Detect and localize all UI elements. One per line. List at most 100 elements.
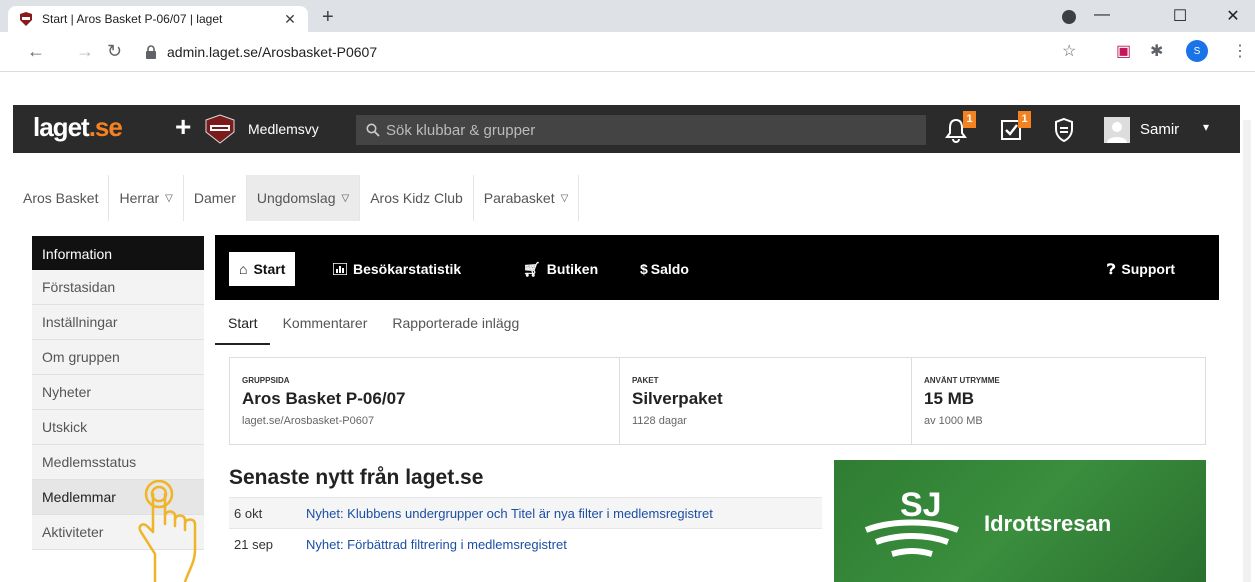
nav-item-aros-basket[interactable]: Aros Basket <box>13 175 110 221</box>
nav-item-aros-kidz-club[interactable]: Aros Kidz Club <box>360 175 474 221</box>
maximize-icon[interactable]: ☐ <box>1158 6 1202 30</box>
minimize-icon[interactable]: — <box>1080 6 1124 30</box>
sidebar-item-nyheter[interactable]: Nyheter <box>32 375 204 410</box>
info-group: Gruppsida Aros Basket P-06/07 laget.se/A… <box>230 358 620 444</box>
address-bar[interactable]: admin.laget.se/Arosbasket-P0607 <box>145 37 1085 67</box>
tab-balance[interactable]: $ Saldo <box>630 252 699 286</box>
url-text: admin.laget.se/Arosbasket-P0607 <box>167 44 378 60</box>
subtab-comments[interactable]: Kommentarer <box>270 305 380 345</box>
list-item: 21 sep Nyhet: Förbättrad filtrering i me… <box>229 528 822 559</box>
reload-icon[interactable]: ↻ <box>107 41 122 61</box>
subtab-start[interactable]: Start <box>215 305 270 345</box>
sj-logo-icon: SJ <box>864 486 960 557</box>
user-avatar[interactable] <box>1104 117 1130 143</box>
logo-main-text: laget <box>33 112 90 142</box>
sidebar-item-medlemsstatus[interactable]: Medlemsstatus <box>32 445 204 480</box>
browser-tab-strip: Start | Aros Basket P-06/07 | laget ✕ + … <box>0 0 1255 32</box>
tab-label: Butiken <box>546 261 599 277</box>
tab-label: Saldo <box>650 261 689 277</box>
nav-item-damer[interactable]: Damer <box>184 175 247 221</box>
storage-total: av 1000 MB <box>924 415 983 427</box>
sj-ad-banner[interactable]: SJ Idrottsresan <box>834 460 1206 582</box>
profile-avatar[interactable]: S <box>1186 40 1208 62</box>
tab-shop[interactable]: 🛒︎ Butiken <box>513 252 608 286</box>
chrome-menu-dot-icon[interactable] <box>1062 10 1076 24</box>
user-menu-caret-icon[interactable]: ▾ <box>1203 120 1209 134</box>
tab-support[interactable]: ❓︎ Support <box>1097 252 1185 286</box>
storage-used: 15 MB <box>924 389 975 408</box>
lock-icon <box>146 45 156 59</box>
sub-tabs: Start Kommentarer Rapporterade inlägg <box>215 305 1219 345</box>
tasks-button[interactable]: 1 <box>999 111 1031 145</box>
sidebar-item-installningar[interactable]: Inställningar <box>32 305 204 340</box>
member-view-link[interactable]: Medlemsvy <box>248 121 319 137</box>
tab-label: Support <box>1121 261 1176 277</box>
tasks-badge: 1 <box>1018 111 1031 128</box>
nav-item-herrar[interactable]: Herrar ▽ <box>109 175 184 221</box>
tab-label: Besökarstatistik <box>353 261 462 277</box>
sidebar-heading: Information <box>32 236 204 270</box>
page-scrollbar[interactable] <box>1243 120 1251 582</box>
admin-menu-button[interactable] <box>1053 115 1083 145</box>
question-circle-icon: ❓︎ <box>1107 260 1116 277</box>
group-info-box: Gruppsida Aros Basket P-06/07 laget.se/A… <box>229 357 1206 445</box>
subtab-reported-posts[interactable]: Rapporterade inlägg <box>379 305 531 345</box>
news-link[interactable]: Nyhet: Klubbens undergrupper och Titel ä… <box>306 506 713 521</box>
new-tab-button[interactable]: + <box>322 7 334 27</box>
site-header: laget.se + Medlemsvy 1 1 <box>13 105 1240 153</box>
pointer-hand-icon <box>138 480 197 582</box>
nav-item-label: Aros Basket <box>23 190 99 206</box>
sidebar-item-forstasidan[interactable]: Förstasidan <box>32 270 204 305</box>
tab-title: Start | Aros Basket P-06/07 | laget <box>42 12 223 26</box>
news-date: 6 okt <box>234 505 263 521</box>
forward-icon[interactable]: → <box>76 41 94 61</box>
tab-visitor-stats[interactable]: Besökarstatistik <box>323 252 471 286</box>
club-logo-icon[interactable] <box>204 114 236 144</box>
logo-suffix-text: .se <box>88 112 123 142</box>
sj-brand-text: SJ <box>900 486 942 524</box>
nav-item-parabasket[interactable]: Parabasket ▽ <box>474 175 580 221</box>
news-link[interactable]: Nyhet: Förbättrad filtrering i medlemsre… <box>306 537 567 552</box>
search-input[interactable] <box>386 121 926 139</box>
group-url: laget.se/Arosbasket-P0607 <box>242 415 375 427</box>
nav-item-label: Herrar <box>119 190 160 206</box>
extension-icon[interactable]: ▣ <box>1116 41 1131 61</box>
info-label: Använt utrymme <box>924 376 1000 385</box>
add-button[interactable]: + <box>175 111 191 143</box>
info-package: Paket Silverpaket 1128 dagar <box>620 358 912 444</box>
notifications-badge: 1 <box>963 111 976 128</box>
info-label: Gruppsida <box>242 376 290 385</box>
tab-label: Start <box>253 261 286 277</box>
bar-chart-icon <box>333 263 347 275</box>
sidebar-item-om-gruppen[interactable]: Om gruppen <box>32 340 204 375</box>
extensions-puzzle-icon[interactable]: ✱ <box>1150 41 1163 61</box>
nav-item-ungdomslag[interactable]: Ungdomslag ▽ <box>246 175 361 221</box>
page-left-edge <box>0 73 13 582</box>
list-item: 6 okt Nyhet: Klubbens undergrupper och T… <box>229 497 822 528</box>
search-box[interactable] <box>356 115 926 145</box>
home-icon: ⌂ <box>239 261 248 277</box>
group-name: Aros Basket P-06/07 <box>242 389 406 408</box>
user-name[interactable]: Samir <box>1140 121 1179 138</box>
sidebar-item-utskick[interactable]: Utskick <box>32 410 204 445</box>
chrome-menu-icon[interactable]: ⋮ <box>1232 41 1248 61</box>
search-icon <box>366 123 380 137</box>
back-icon[interactable]: ← <box>27 41 45 61</box>
club-favicon-icon <box>20 12 32 26</box>
info-storage: Använt utrymme 15 MB av 1000 MB <box>912 358 1205 444</box>
chevron-down-icon: ▽ <box>341 192 350 204</box>
nav-item-label: Parabasket <box>483 190 555 206</box>
tab-start[interactable]: ⌂ Start <box>229 252 296 286</box>
close-window-icon[interactable]: ✕ <box>1211 6 1255 30</box>
shield-icon <box>1055 117 1073 143</box>
browser-tab[interactable]: Start | Aros Basket P-06/07 | laget ✕ <box>8 6 308 32</box>
news-heading: Senaste nytt från laget.se <box>229 466 484 489</box>
bookmark-star-icon[interactable]: ☆ <box>1062 41 1076 61</box>
cart-icon: 🛒︎ <box>523 260 541 277</box>
notifications-button[interactable]: 1 <box>944 111 976 145</box>
package-days: 1128 dagar <box>632 415 687 427</box>
laget-logo[interactable]: laget.se <box>33 112 123 143</box>
info-label: Paket <box>632 376 659 385</box>
tab-close-icon[interactable]: ✕ <box>282 11 298 28</box>
chevron-down-icon: ▽ <box>165 192 173 204</box>
